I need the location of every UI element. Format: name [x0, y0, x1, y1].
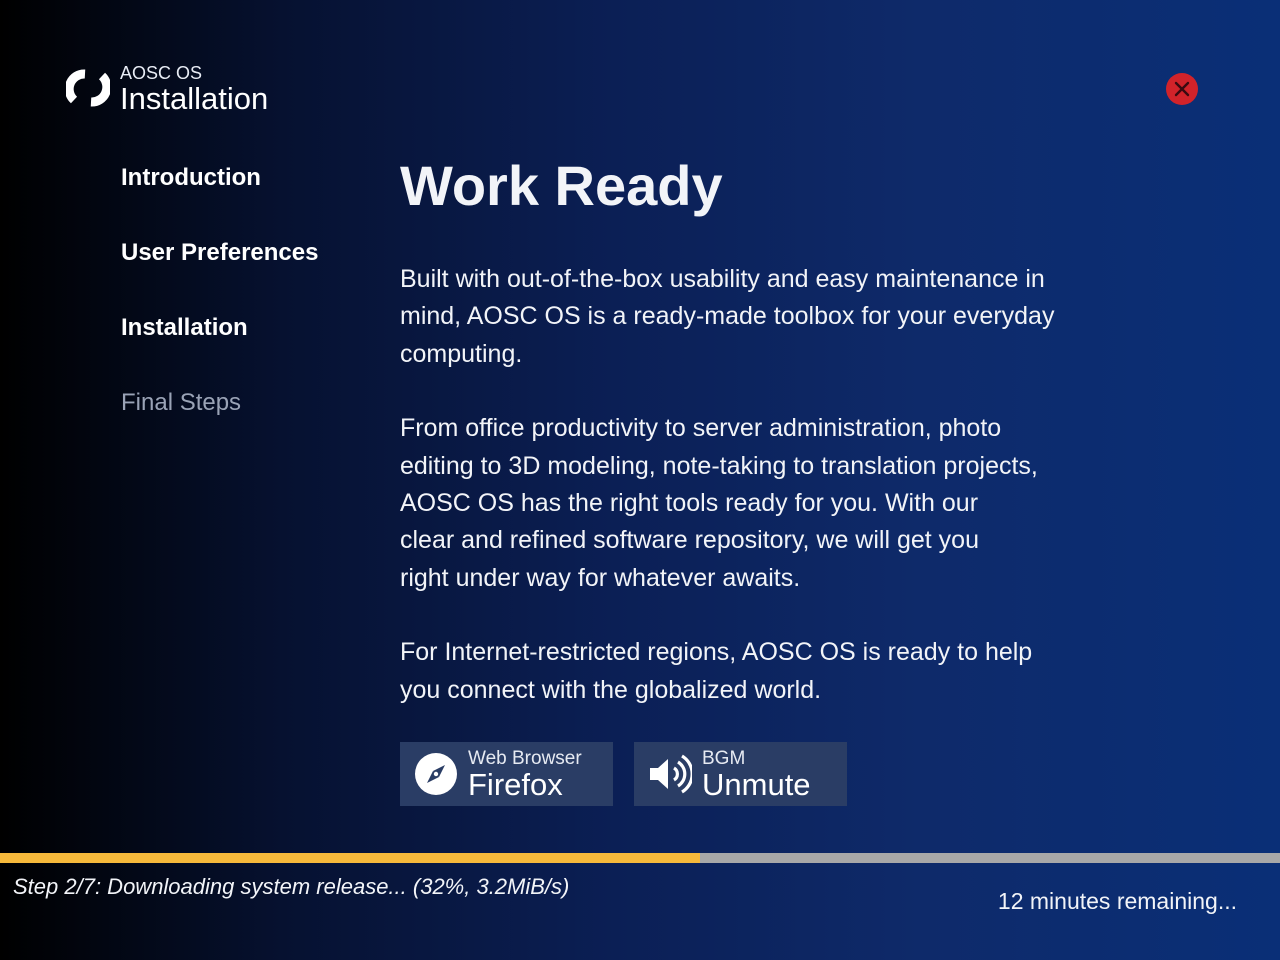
- app-subtitle: AOSC OS: [120, 63, 203, 83]
- speaker-icon: [650, 754, 692, 794]
- progress-bar-fill: [0, 853, 701, 863]
- bgm-button-label: Unmute: [702, 766, 811, 802]
- status-text: Step 2/7: Downloading system release... …: [13, 874, 570, 899]
- app-title: Installation: [120, 81, 269, 116]
- close-button[interactable]: [1166, 73, 1198, 105]
- tools-paragraph: From office productivity to server admin…: [400, 414, 1038, 592]
- firefox-button-label: Firefox: [468, 766, 563, 802]
- regions-paragraph: For Internet-restricted regions, AOSC OS…: [400, 638, 1033, 704]
- firefox-button[interactable]: Web Browser Firefox: [400, 742, 613, 806]
- bgm-unmute-button[interactable]: BGM Unmute: [634, 742, 847, 806]
- sidebar-item-final-steps: Final Steps: [121, 389, 242, 416]
- compass-icon: [415, 753, 457, 795]
- close-icon: [1174, 81, 1190, 97]
- time-remaining: 12 minutes remaining...: [997, 888, 1237, 914]
- aosc-logo-icon: [66, 69, 110, 107]
- bgm-button-sublabel: BGM: [702, 747, 746, 769]
- progress-bar: [0, 853, 1280, 863]
- sidebar-item-user-preferences[interactable]: User Preferences: [121, 237, 318, 312]
- step-sidebar: Introduction User Preferences Installati…: [121, 162, 318, 462]
- action-buttons: Web Browser Firefox BGM Unmute: [400, 742, 847, 806]
- intro-paragraph: Built with out-of-the-box usability and …: [400, 265, 1055, 368]
- app-logo: AOSC OS Installation: [66, 64, 268, 114]
- sidebar-item-introduction[interactable]: Introduction: [121, 162, 318, 237]
- firefox-button-sublabel: Web Browser: [468, 747, 582, 769]
- sidebar-item-installation[interactable]: Installation: [121, 312, 318, 387]
- main-content: Work Ready Built with out-of-the-box usa…: [400, 150, 1120, 709]
- page-title: Work Ready: [400, 154, 723, 217]
